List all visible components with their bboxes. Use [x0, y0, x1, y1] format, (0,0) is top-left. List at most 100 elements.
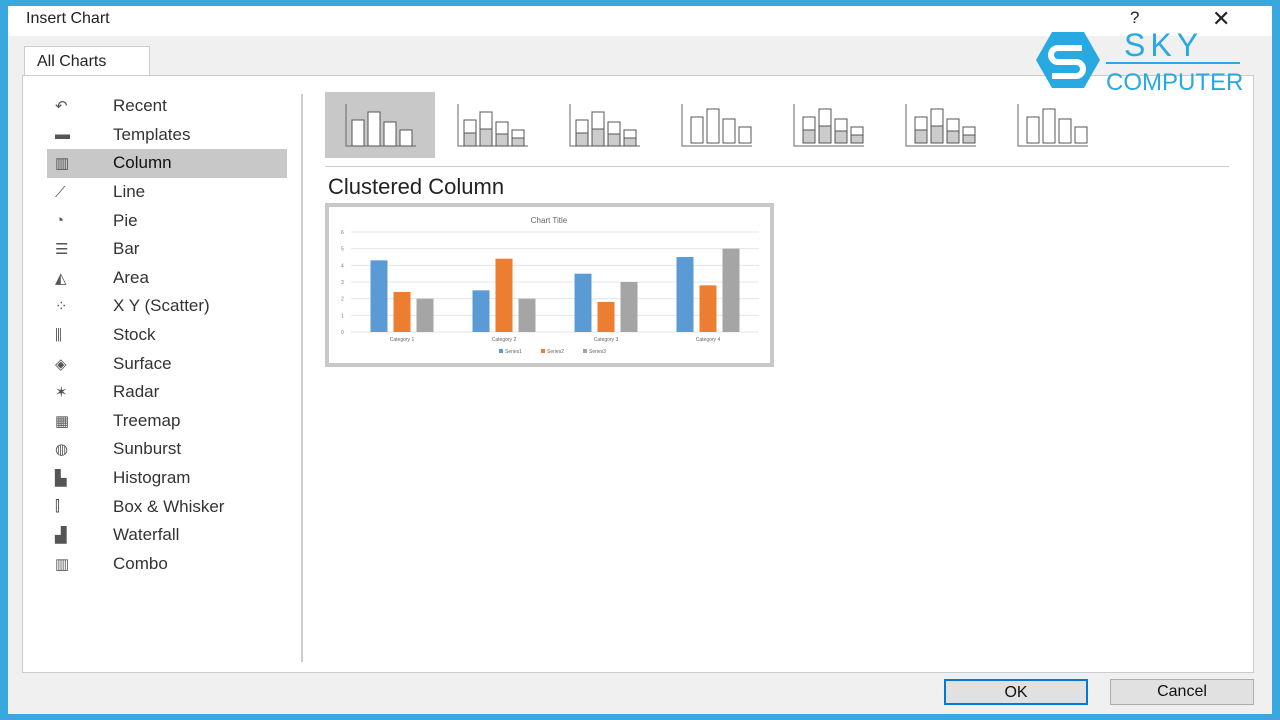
chart-title: Chart Title — [531, 216, 568, 225]
logo-text-computer: COMPUTER — [1106, 69, 1243, 96]
sidebar-item-recent[interactable]: ↶ Recent — [47, 92, 287, 121]
bar-series1-1 — [370, 260, 388, 332]
y-tick-label: 4 — [341, 263, 344, 269]
subtype-3d-100-stacked-column[interactable] — [885, 92, 995, 158]
3d-column-icon — [1017, 104, 1088, 147]
chart-type-icon: ▥ — [55, 155, 70, 173]
sidebar-item-stock[interactable]: ⫼ Stock — [47, 321, 287, 350]
subtype-3d-column[interactable] — [997, 92, 1107, 158]
bar-series1-3 — [574, 273, 592, 332]
chart-type-icon: ↶ — [55, 98, 68, 116]
sidebar-item-combo[interactable]: ▥ Combo — [47, 550, 287, 579]
sidebar-item-sunburst[interactable]: ◍ Sunburst — [47, 435, 287, 464]
subtype-100-stacked-column[interactable] — [549, 92, 659, 158]
y-tick-label: 0 — [341, 330, 344, 336]
chart-type-icon: ▙ — [55, 470, 67, 488]
sidebar-item-label: Area — [113, 267, 149, 287]
sidebar-item-label: Radar — [113, 382, 160, 402]
divider — [325, 166, 1229, 167]
y-tick-label: 6 — [341, 230, 344, 236]
sidebar-item-histogram[interactable]: ▙ Histogram — [47, 464, 287, 493]
ok-button[interactable]: OK — [944, 679, 1088, 705]
chart-type-icon: ☰ — [55, 241, 69, 259]
clustered-column-icon — [345, 104, 416, 147]
sidebar-item-surface[interactable]: ◈ Surface — [47, 349, 287, 378]
y-tick-label: 2 — [341, 297, 344, 303]
sidebar-item-label: X Y (Scatter) — [113, 296, 210, 316]
sidebar-item-label: Histogram — [113, 468, 191, 488]
sidebar-item-label: Surface — [113, 353, 172, 373]
x-tick-label: Category 2 — [492, 337, 517, 343]
content-panel: ↶ Recent ▬ Templates ▥ Column ⟋ Line ◔ Pie ☰ Bar ◭ Ar… — [22, 75, 1254, 673]
sidebar-item-label: Bar — [113, 239, 140, 259]
legend-label: Series3 — [589, 349, 606, 355]
chart-type-icon: ⫼ — [55, 326, 62, 344]
chart-type-icon: ⫿ — [55, 498, 60, 516]
dialog-title: Insert Chart — [26, 10, 110, 27]
chart-type-icon: ◈ — [55, 355, 67, 373]
logo-text-sky: SKY — [1124, 28, 1203, 63]
sidebar-item-radar[interactable]: ✶ Radar — [47, 378, 287, 407]
sidebar-item-waterfall[interactable]: ▟ Waterfall — [47, 521, 287, 550]
bar-series3-3 — [620, 282, 638, 332]
sidebar-item-column[interactable]: ▥ Column — [47, 149, 287, 178]
stacked-column-icon — [457, 104, 528, 147]
legend-label: Series2 — [547, 349, 564, 355]
bar-series2-2 — [495, 258, 513, 332]
sidebar-item-templates[interactable]: ▬ Templates — [47, 121, 287, 150]
sidebar-item-label: Recent — [113, 96, 167, 116]
sidebar-item-area[interactable]: ◭ Area — [47, 264, 287, 293]
subtype-stacked-column[interactable] — [437, 92, 547, 158]
bar-series1-2 — [472, 290, 490, 332]
chart-type-list: ↶ Recent ▬ Templates ▥ Column ⟋ Line ◔ Pie ☰ Bar ◭ Ar… — [47, 92, 287, 578]
insert-chart-dialog: Insert Chart ? ✕ All Charts ↶ Recent ▬ Temp… — [8, 6, 1272, 714]
subtype-clustered-column[interactable] — [325, 92, 435, 158]
bar-series2-1 — [393, 292, 411, 332]
sidebar-item-label: Treemap — [113, 410, 181, 430]
chart-preview: Chart Title 0 1 2 3 4 5 6 Category 1 Category 2 Ca… — [325, 203, 774, 367]
sky-computer-logo: SKY COMPUTER — [1036, 28, 1243, 96]
sidebar-item-label: Pie — [113, 210, 138, 230]
3d-stacked-column-icon — [793, 104, 864, 147]
sidebar-item-x-y-scatter-[interactable]: ⁘ X Y (Scatter) — [47, 292, 287, 321]
cancel-button[interactable]: Cancel — [1110, 679, 1254, 705]
legend-swatch — [583, 349, 587, 353]
tab-all-charts[interactable]: All Charts — [24, 46, 150, 76]
sidebar-item-label: Box & Whisker — [113, 496, 225, 516]
sidebar-item-bar[interactable]: ☰ Bar — [47, 235, 287, 264]
x-tick-label: Category 4 — [696, 337, 721, 343]
sidebar-item-label: Templates — [113, 124, 191, 144]
chart-type-icon: ⟋ — [55, 183, 66, 201]
legend-label: Series1 — [505, 349, 522, 355]
sidebar-item-label: Sunburst — [113, 439, 182, 459]
3d-100-stacked-column-icon — [905, 104, 976, 147]
chart-type-icon: ▟ — [55, 527, 67, 545]
sidebar-item-treemap[interactable]: ▦ Treemap — [47, 407, 287, 436]
sidebar-item-label: Column — [113, 153, 172, 173]
sidebar-item-line[interactable]: ⟋ Line — [47, 178, 287, 207]
sidebar-item-label: Combo — [113, 553, 168, 573]
bar-series3-4 — [722, 248, 740, 332]
y-tick-label: 1 — [341, 313, 344, 319]
y-tick-label: 3 — [341, 280, 344, 286]
3d-clustered-column-icon — [681, 104, 752, 147]
sidebar-item-label: Waterfall — [113, 525, 180, 545]
chart-type-icon: ◍ — [55, 441, 69, 459]
subtype-gallery — [325, 92, 1107, 158]
divider — [301, 94, 303, 662]
subtype-3d-clustered-column[interactable] — [661, 92, 771, 158]
chart-type-icon: ⁘ — [55, 298, 68, 316]
bar-series2-3 — [597, 302, 615, 332]
bar-series3-1 — [416, 298, 434, 332]
subtype-3d-stacked-column[interactable] — [773, 92, 883, 158]
legend-swatch — [541, 349, 545, 353]
sidebar-item-label: Stock — [113, 325, 156, 345]
chart-type-icon: ▥ — [55, 555, 70, 573]
sidebar-item-pie[interactable]: ◔ Pie — [47, 206, 287, 235]
subtype-title: Clustered Column — [328, 174, 505, 199]
sidebar-item-box-whisker[interactable]: ⫿ Box & Whisker — [47, 492, 287, 521]
chart-type-icon: ◭ — [55, 269, 67, 287]
help-button[interactable]: ? — [1130, 8, 1139, 28]
y-tick-label: 5 — [341, 247, 344, 253]
legend-swatch — [499, 349, 503, 353]
